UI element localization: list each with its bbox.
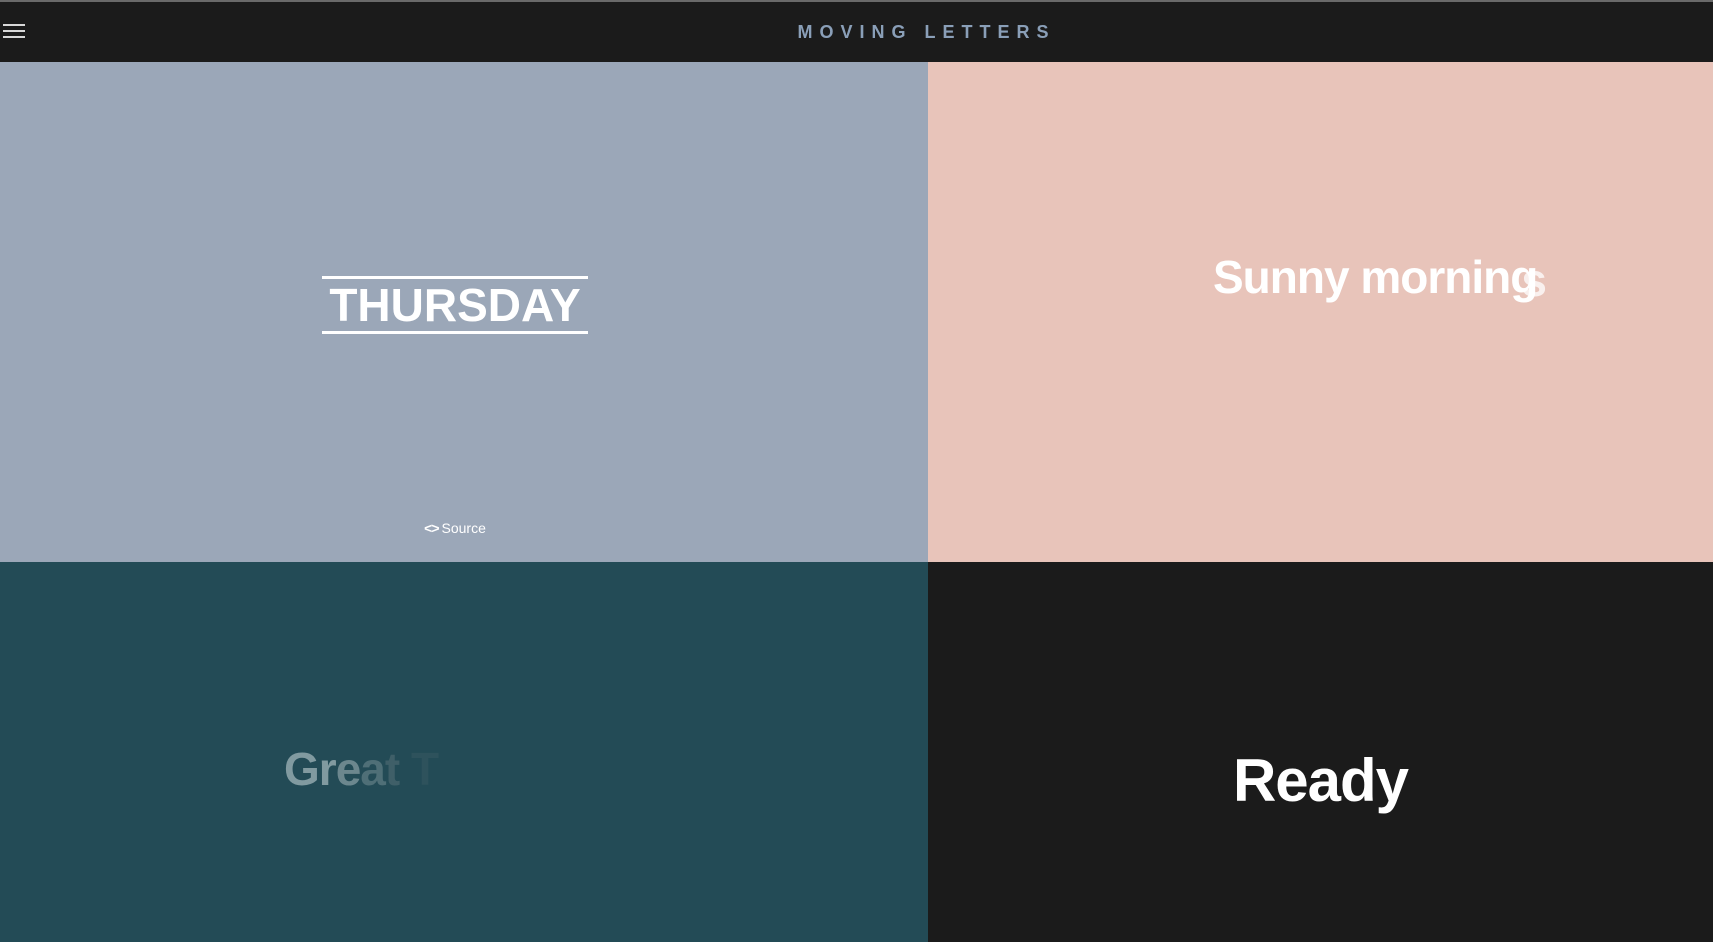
sunny-trailing-letter: s — [1521, 254, 1547, 306]
code-icon: <> — [424, 520, 439, 536]
panel-great: Great T — [0, 562, 928, 942]
sunny-mornings-text: Sunny mornings — [1213, 250, 1547, 306]
site-title: MOVING LETTERS — [797, 22, 1056, 42]
top-bar: MOVING LETTERS — [0, 2, 1713, 62]
thursday-text: THURSDAY — [329, 279, 581, 331]
great-letter: Gr — [284, 743, 337, 795]
panel-thursday: THURSDAY <> Source — [0, 62, 928, 562]
thursday-lines: THURSDAY — [322, 276, 588, 334]
great-letter: a — [360, 743, 386, 795]
great-letter: t — [384, 743, 400, 795]
ready-text: Ready — [1232, 747, 1409, 814]
great-letter: e — [335, 743, 362, 795]
source-link[interactable]: <> Source — [0, 520, 910, 536]
great-letter: T — [399, 743, 439, 795]
source-label: Source — [441, 520, 486, 536]
panel-sunny-mornings: Sunny mornings — [928, 62, 1713, 562]
great-text: Great T — [284, 742, 439, 796]
sunny-main-text: Sunny morning — [1213, 251, 1538, 303]
animation-grid: THURSDAY <> Source Sunny mornings Great T… — [0, 62, 1713, 942]
panel-ready: Ready — [928, 562, 1713, 942]
